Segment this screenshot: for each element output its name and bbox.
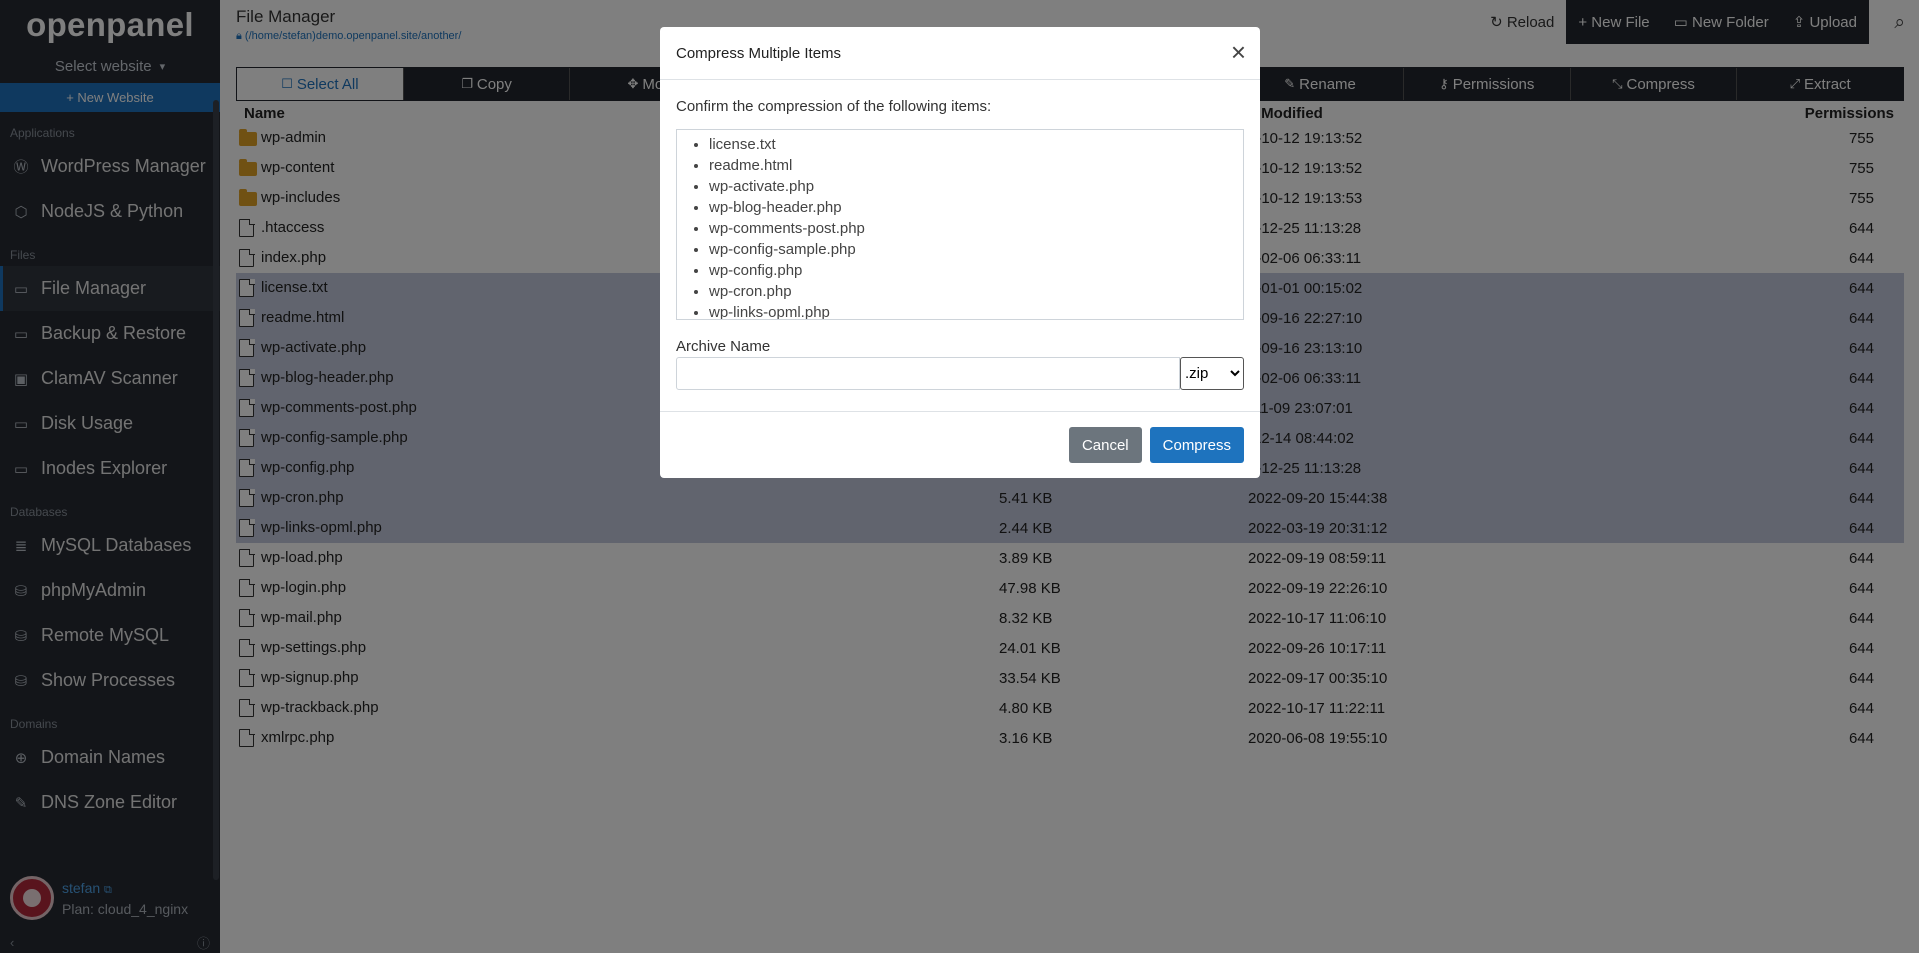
list-item: wp-activate.php bbox=[709, 176, 1243, 197]
archive-name-label: Archive Name bbox=[676, 338, 771, 355]
modal-body: Confirm the compression of the following… bbox=[660, 80, 1260, 390]
list-item: wp-blog-header.php bbox=[709, 197, 1243, 218]
archive-name-row: .zip bbox=[676, 357, 1244, 390]
confirm-text: Confirm the compression of the following… bbox=[676, 98, 992, 115]
cancel-button[interactable]: Cancel bbox=[1068, 427, 1142, 463]
list-item: wp-config.php bbox=[709, 260, 1243, 281]
modal-footer: Cancel Compress bbox=[660, 411, 1260, 478]
modal-title: Compress Multiple Items bbox=[676, 44, 842, 62]
list-item: wp-config-sample.php bbox=[709, 239, 1243, 260]
list-item: wp-links-opml.php bbox=[709, 302, 1243, 319]
archive-extension-select[interactable]: .zip bbox=[1180, 357, 1244, 390]
compress-confirm-button[interactable]: Compress bbox=[1149, 427, 1244, 463]
list-item: readme.html bbox=[709, 155, 1243, 176]
list-item: wp-cron.php bbox=[709, 281, 1243, 302]
archive-name-input[interactable] bbox=[676, 357, 1180, 390]
list-item: license.txt bbox=[709, 134, 1243, 155]
compress-modal: Compress Multiple Items × Confirm the co… bbox=[660, 27, 1260, 478]
items-list[interactable]: license.txtreadme.htmlwp-activate.phpwp-… bbox=[676, 129, 1244, 320]
modal-header: Compress Multiple Items × bbox=[660, 27, 1260, 80]
list-item: wp-comments-post.php bbox=[709, 218, 1243, 239]
close-icon[interactable]: × bbox=[1231, 39, 1246, 65]
